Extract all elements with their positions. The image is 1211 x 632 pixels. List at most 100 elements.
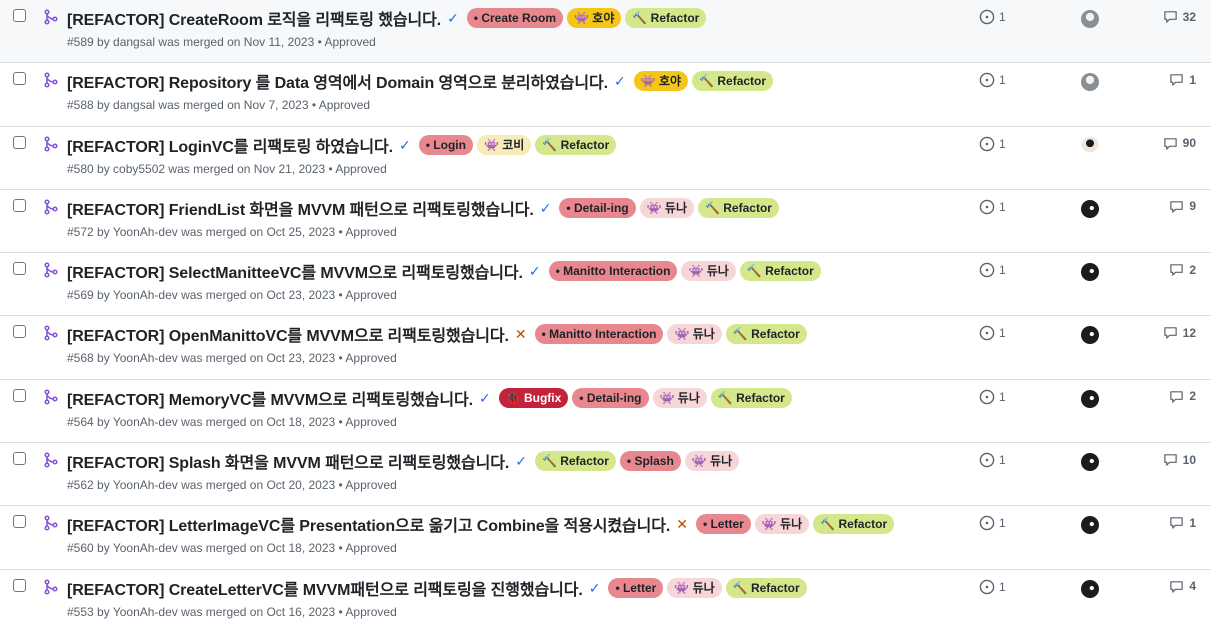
linked-issues[interactable]: 1 (979, 325, 1006, 341)
pr-title[interactable]: [REFACTOR] MemoryVC를 MVVM으로 리팩토링했습니다. (67, 386, 473, 410)
label-refactor[interactable]: 🔨 Refactor (692, 71, 774, 92)
pr-title[interactable]: [REFACTOR] Splash 화면을 MVVM 패턴으로 리팩토링했습니다… (67, 449, 509, 473)
select-checkbox[interactable] (13, 72, 26, 86)
linked-issues[interactable]: 1 (979, 389, 1006, 405)
label-refactor[interactable]: 🔨 Refactor (534, 451, 616, 472)
pr-title[interactable]: [REFACTOR] LetterImageVC를 Presentation으로… (67, 512, 670, 536)
label-splash[interactable]: • Splash (619, 451, 681, 472)
pr-title[interactable]: [REFACTOR] LoginVC를 리팩토링 하였습니다. (67, 133, 393, 157)
label-duna[interactable]: 👾 듀나 (667, 577, 722, 598)
pull-request-row[interactable]: [REFACTOR] CreateRoom 로직을 리팩토링 했습니다. ✓ •… (0, 0, 1211, 64)
pull-request-row[interactable]: [REFACTOR] OpenManittoVC를 MVVM으로 리팩토링했습니… (0, 316, 1211, 380)
linked-issues[interactable]: 1 (979, 136, 1006, 152)
comments-link[interactable]: 90 (1163, 136, 1196, 151)
assignee-avatar[interactable] (1081, 579, 1099, 598)
linked-issues[interactable]: 1 (979, 9, 1006, 25)
comments-link[interactable]: 32 (1163, 9, 1196, 24)
ci-status-icon[interactable]: ✕ (676, 517, 688, 531)
label-refactor[interactable]: 🔨 Refactor (739, 261, 821, 282)
comments-link[interactable]: 1 (1169, 72, 1196, 87)
label-refactor[interactable]: 🔨 Refactor (697, 197, 779, 218)
assignee-avatar[interactable] (1081, 10, 1099, 28)
pr-title[interactable]: [REFACTOR] FriendList 화면을 MVVM 패턴으로 리팩토링… (67, 196, 534, 220)
label-duna[interactable]: 👾 듀나 (684, 451, 740, 472)
pull-request-row[interactable]: [REFACTOR] LoginVC를 리팩토링 하였습니다. ✓ • Logi… (0, 126, 1211, 190)
comments-link[interactable]: 1 (1169, 515, 1196, 530)
comments-link[interactable]: 10 (1163, 452, 1196, 467)
ci-status-icon[interactable]: ✓ (529, 264, 541, 278)
ci-status-icon[interactable]: ✕ (515, 327, 527, 341)
assignee-avatar[interactable] (1081, 199, 1099, 218)
label-duna[interactable]: 👾 듀나 (667, 324, 722, 345)
assignee-avatar[interactable] (1081, 389, 1099, 408)
label-bugfix[interactable]: 🐞 Bugfix (498, 387, 569, 408)
label-refactor[interactable]: 🔨 Refactor (625, 8, 707, 28)
comments-link[interactable]: 2 (1169, 262, 1196, 277)
pull-request-row[interactable]: [REFACTOR] LetterImageVC를 Presentation으로… (0, 506, 1211, 570)
label-detail-ing[interactable]: • Detail-ing (572, 387, 649, 408)
select-checkbox[interactable] (13, 135, 26, 149)
label-kobi[interactable]: 👾 코비 (476, 134, 532, 155)
linked-issues[interactable]: 1 (979, 579, 1006, 595)
select-checkbox[interactable] (13, 388, 26, 402)
label-hoya[interactable]: 👾 호야 (633, 71, 689, 92)
pull-request-row[interactable]: [REFACTOR] CreateLetterVC를 MVVM패턴으로 리팩토링… (0, 569, 1211, 632)
label-refactor[interactable]: 🔨 Refactor (813, 514, 895, 535)
ci-status-icon[interactable]: ✓ (399, 138, 411, 152)
pull-request-row[interactable]: [REFACTOR] MemoryVC를 MVVM으로 리팩토링했습니다. ✓ … (0, 379, 1211, 444)
ci-status-icon[interactable]: ✓ (589, 581, 601, 595)
pr-title[interactable]: [REFACTOR] CreateRoom 로직을 리팩토링 했습니다. (67, 6, 441, 30)
select-checkbox[interactable] (13, 262, 26, 276)
linked-issues[interactable]: 1 (979, 72, 1006, 88)
assignee-avatar[interactable] (1081, 73, 1099, 92)
pr-title[interactable]: [REFACTOR] CreateLetterVC를 MVVM패턴으로 리팩토링… (67, 576, 583, 600)
select-checkbox[interactable] (13, 325, 26, 339)
select-checkbox[interactable] (13, 452, 26, 466)
label-duna[interactable]: 👾 듀나 (639, 197, 694, 218)
label-manitto-interaction[interactable]: • Manitto Interaction (534, 324, 664, 345)
ci-status-icon[interactable]: ✓ (540, 201, 552, 215)
comments-link[interactable]: 12 (1163, 325, 1196, 340)
comments-link[interactable]: 9 (1169, 199, 1196, 214)
assignee-avatar[interactable] (1081, 136, 1099, 155)
ci-status-icon[interactable]: ✓ (447, 11, 459, 25)
label-letter[interactable]: • Letter (608, 577, 664, 598)
pull-request-row[interactable]: [REFACTOR] SelectManitteeVC를 MVVM으로 리팩토링… (0, 253, 1211, 317)
assignee-avatar[interactable] (1081, 263, 1099, 282)
label-refactor[interactable]: 🔨 Refactor (725, 577, 807, 598)
comments-link[interactable]: 2 (1169, 389, 1196, 404)
label-duna[interactable]: 👾 듀나 (681, 261, 736, 282)
comments-link[interactable]: 4 (1169, 579, 1196, 594)
label-refactor[interactable]: 🔨 Refactor (535, 134, 617, 155)
label-login[interactable]: • Login (418, 134, 473, 155)
ci-status-icon[interactable]: ✓ (479, 391, 491, 405)
label-manitto-interaction[interactable]: • Manitto Interaction (548, 261, 678, 282)
select-checkbox[interactable] (13, 9, 26, 22)
pr-title[interactable]: [REFACTOR] SelectManitteeVC를 MVVM으로 리팩토링… (67, 259, 523, 283)
select-checkbox[interactable] (13, 198, 26, 212)
ci-status-icon[interactable]: ✓ (515, 454, 527, 468)
ci-status-icon[interactable]: ✓ (614, 74, 626, 88)
linked-issues[interactable]: 1 (979, 515, 1006, 531)
linked-issues[interactable]: 1 (979, 452, 1006, 468)
pull-request-row[interactable]: [REFACTOR] Splash 화면을 MVVM 패턴으로 리팩토링했습니다… (0, 443, 1211, 507)
label-detail-ing[interactable]: • Detail-ing (559, 197, 636, 218)
pull-request-row[interactable]: [REFACTOR] FriendList 화면을 MVVM 패턴으로 리팩토링… (0, 189, 1211, 254)
assignee-avatar[interactable] (1081, 516, 1099, 535)
label-letter[interactable]: • Letter (695, 514, 751, 535)
label-create-room[interactable]: • Create Room (466, 8, 564, 28)
select-checkbox[interactable] (13, 578, 26, 592)
assignee-avatar[interactable] (1081, 326, 1099, 345)
label-duna[interactable]: 👾 듀나 (754, 514, 810, 535)
label-duna[interactable]: 👾 듀나 (652, 387, 707, 408)
pull-request-row[interactable]: [REFACTOR] Repository 를 Data 영역에서 Domain… (0, 63, 1211, 127)
select-checkbox[interactable] (13, 515, 26, 529)
pr-title[interactable]: [REFACTOR] OpenManittoVC를 MVVM으로 리팩토링했습니… (67, 322, 509, 346)
linked-issues[interactable]: 1 (979, 262, 1006, 278)
assignee-avatar[interactable] (1081, 453, 1099, 472)
label-refactor[interactable]: 🔨 Refactor (725, 324, 807, 345)
label-hoya[interactable]: 👾 호야 (567, 8, 622, 28)
pr-title[interactable]: [REFACTOR] Repository 를 Data 영역에서 Domain… (67, 69, 608, 93)
linked-issues[interactable]: 1 (979, 199, 1006, 215)
label-refactor[interactable]: 🔨 Refactor (710, 387, 792, 408)
